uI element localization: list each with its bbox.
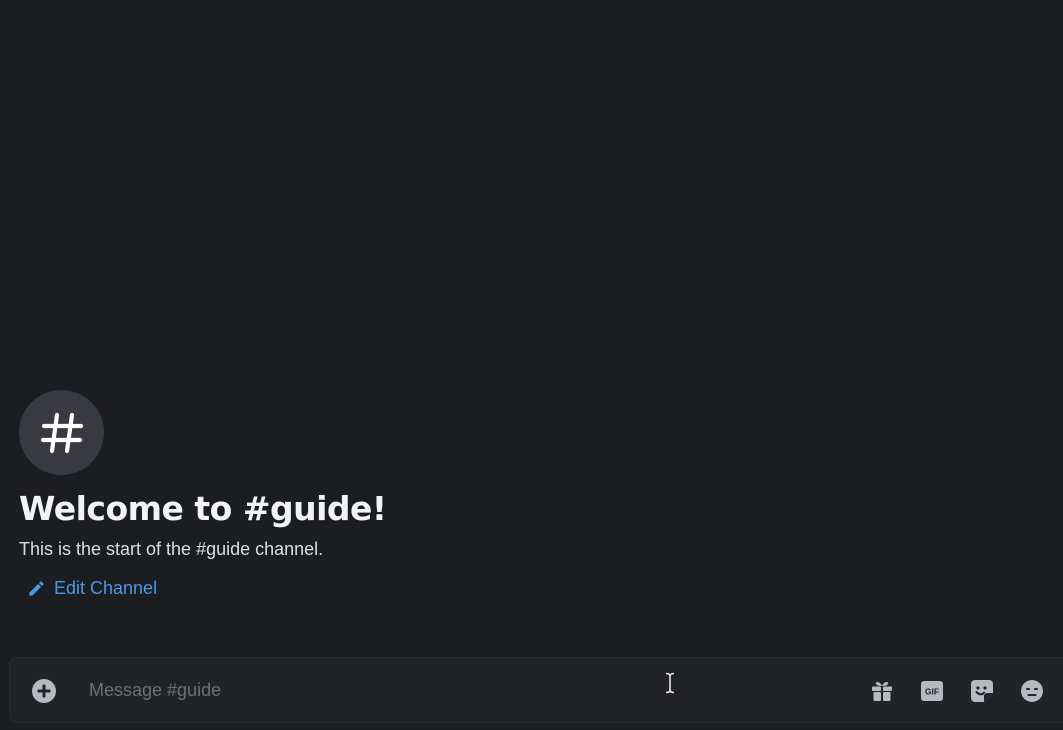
message-input[interactable]: [89, 674, 649, 706]
gift-icon: [872, 681, 892, 701]
edit-channel-label: Edit Channel: [54, 578, 158, 598]
welcome-title: Welcome to #guide!: [19, 489, 387, 528]
emoji-icon: [1021, 680, 1043, 702]
gift-button[interactable]: [869, 678, 895, 704]
add-attachment-button[interactable]: [31, 678, 57, 704]
edit-channel-link[interactable]: Edit Channel: [27, 578, 157, 599]
gif-button[interactable]: GIF: [919, 678, 945, 704]
message-composer: GIF: [9, 657, 1063, 723]
svg-text:GIF: GIF: [925, 687, 939, 697]
sticker-icon: [971, 680, 993, 702]
welcome-subtitle: This is the start of the #guide channel.: [19, 539, 324, 559]
hash-icon: [40, 412, 83, 453]
sticker-button[interactable]: [969, 678, 995, 704]
channel-welcome: Welcome to #guide! This is the start of …: [19, 390, 387, 599]
text-cursor-icon: [665, 672, 675, 694]
chat-area: Welcome to #guide! This is the start of …: [0, 0, 1063, 730]
emoji-button[interactable]: [1019, 678, 1045, 704]
pencil-icon: [29, 581, 44, 596]
gif-icon: GIF: [921, 681, 943, 701]
plus-circle-icon: [32, 679, 56, 703]
channel-avatar: [19, 390, 104, 475]
